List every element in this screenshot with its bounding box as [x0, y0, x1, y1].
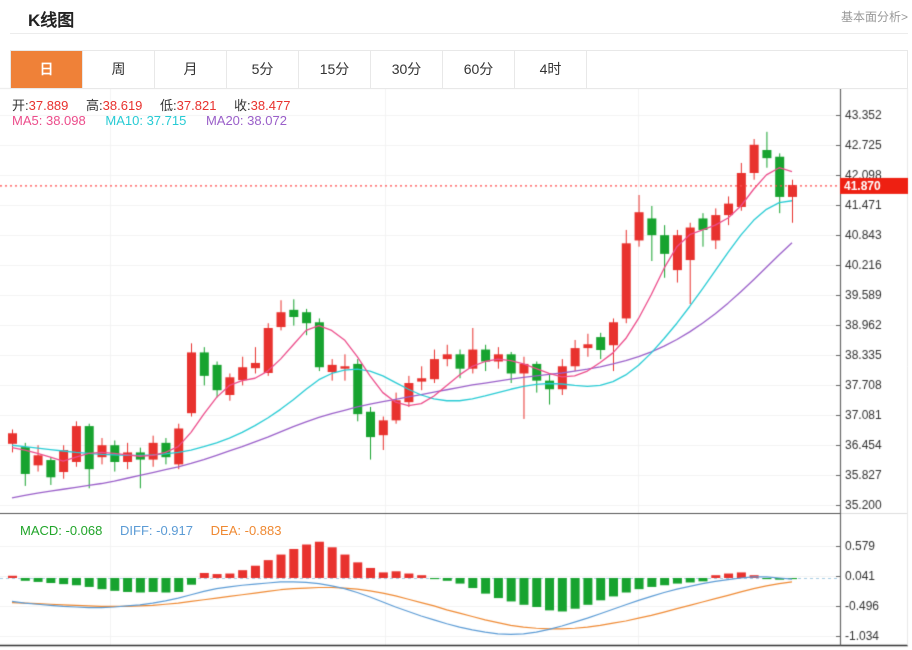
ohlc-legend: 开:37.889 高:38.619 低:37.821 收:38.477	[12, 95, 304, 114]
ma5-value: 38.098	[46, 113, 86, 128]
tab-4时[interactable]: 4时	[515, 51, 587, 88]
close-label: 收:	[234, 98, 251, 113]
tab-日[interactable]: 日	[11, 51, 83, 88]
macd-value: -0.068	[66, 523, 103, 538]
ma20-label: MA20:	[206, 113, 244, 128]
high-value: 38.619	[103, 98, 143, 113]
low-value: 37.821	[177, 98, 217, 113]
dea-label: DEA:	[211, 523, 241, 538]
kline-page: K线图 基本面分析> 日周月5分15分30分60分4时 开:37.889 高:3…	[0, 0, 912, 650]
tab-15分[interactable]: 15分	[299, 51, 371, 88]
tab-5分[interactable]: 5分	[227, 51, 299, 88]
tab-60分[interactable]: 60分	[443, 51, 515, 88]
macd-legend: MACD: -0.068 DIFF: -0.917 DEA: -0.883	[20, 523, 281, 538]
ma5-label: MA5:	[12, 113, 42, 128]
timeframe-tab-bar: 日周月5分15分30分60分4时	[10, 50, 908, 89]
tab-周[interactable]: 周	[83, 51, 155, 88]
ma-legend: MA5: 38.098 MA10: 37.715 MA20: 38.072	[12, 113, 287, 128]
header-divider	[10, 33, 908, 34]
close-value: 38.477	[251, 98, 291, 113]
dea-value: -0.883	[245, 523, 282, 538]
tab-月[interactable]: 月	[155, 51, 227, 88]
low-label: 低:	[160, 98, 177, 113]
ma20-value: 38.072	[247, 113, 287, 128]
tab-30分[interactable]: 30分	[371, 51, 443, 88]
fundamental-analysis-link[interactable]: 基本面分析>	[841, 8, 908, 25]
page-title: K线图	[28, 6, 74, 31]
high-label: 高:	[86, 98, 103, 113]
ma10-label: MA10:	[105, 113, 143, 128]
open-label: 开:	[12, 98, 29, 113]
macd-label: MACD:	[20, 523, 62, 538]
diff-value: -0.917	[156, 523, 193, 538]
ma10-value: 37.715	[147, 113, 187, 128]
diff-label: DIFF:	[120, 523, 153, 538]
open-value: 37.889	[29, 98, 69, 113]
